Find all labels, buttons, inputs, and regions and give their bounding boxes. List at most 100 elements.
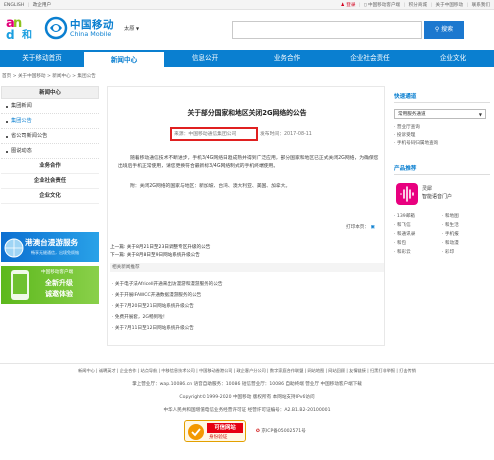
print-icon: ▣ [370,225,375,230]
search-button-label: 搜索 [441,26,454,33]
sidebar-item-group-news[interactable]: 集团新闻 [1,99,99,114]
footer-links[interactable]: 新闻中心 | 诚聘英才 | 企业合作 | 站点导航 | 中移信息技术公司 | 中… [0,368,494,374]
product-link[interactable]: · 和飞信 [394,222,442,228]
about-link[interactable]: 关于中国移动 [436,3,464,8]
article-paragraph-2: 附：关闭2G网络的国家与地区：新加坡、台湾、澳大利亚、美国、加拿大。 [130,184,291,189]
footer-copyright: Copyright©1999-2020 中国移动 版权所有 本网站支持IPv6访… [179,395,315,400]
roaming-banner-title: 港澳台漫游服务 [25,238,79,247]
next-article-link[interactable]: 下一篇: 关于8月8日至9日网站系统升级公告 [110,252,200,258]
login-icon: ♟ [340,3,345,8]
service-select[interactable]: 常用服务通道 ▼ [394,109,486,119]
related-item[interactable]: · 关于7月11日至12日网站系统升级公告 [112,325,194,331]
china-mobile-logo[interactable]: 中国移动 China Mobile [44,16,114,40]
product-link[interactable]: · 和地图 [442,213,490,219]
sidebar-item-culture[interactable]: 企业文化 [1,189,99,204]
nav-info[interactable]: 信息公开 [164,50,246,67]
nav-csr[interactable]: 企业社会责任 [328,50,412,67]
breadcrumb[interactable]: 首页 > 关于中国移动 > 新闻中心 > 集团公告 [2,73,96,79]
region-label: 太原 [124,26,135,32]
shield-icon [188,424,204,440]
quick-link[interactable]: · 手机号码归属地查询 [394,140,490,146]
product-title: 产品推荐 [394,164,490,175]
china-mobile-emblem-icon [44,16,68,40]
product-desc: 智能语音门户 [422,194,453,200]
product-link[interactable]: · 和彩云 [394,249,442,255]
search-button[interactable]: ⚲ 搜索 [424,21,464,39]
sidebar-item-group-notice[interactable]: 集团公告 [1,114,99,129]
globe-icon [4,238,24,258]
police-badge-icon: ✪ [256,429,260,434]
prev-article-link[interactable]: 上一篇: 关于8月21日至23日调整专区升级的公告 [110,244,210,250]
quick-link[interactable]: · 营业厅查询 [394,124,490,130]
voice-assistant-icon [396,183,418,205]
product-link[interactable]: · 彩印 [442,249,490,255]
footer-service-line: 掌上营业厅：wap.10086.cn 语音自助服务：10086 短信营业厅：10… [132,382,362,387]
nav-news[interactable]: 新闻中心 [84,50,164,67]
sidebar-item-business[interactable]: 业务合作 [1,159,99,174]
sidebar-title: 新闻中心 [1,86,99,99]
related-item[interactable]: · 关于电子法Africell开通来出访漫游和漫游服务的公告 [112,281,222,287]
footer-license: 中华人民共和国增值电信业务经营许可证 经营许可证编号：A2.B1.B2-2010… [163,408,331,413]
trust-badge[interactable]: 可信网站 身份验证 [184,420,246,442]
svg-text:d: d [6,28,15,40]
main-nav: 关于移动首页 新闻中心 信息公开 业务合作 企业社会责任 企业文化 [0,50,494,67]
product-link[interactable]: · 和通讯录 [394,231,442,237]
article-source: 来源：中国移动通信集团公司 [174,132,237,137]
trust-badge-title: 可信网站 [207,423,243,433]
footer: 新闻中心 | 诚聘英才 | 企业合作 | 站点导航 | 中移信息技术公司 | 中… [0,363,494,442]
client-link[interactable]: 中国移动客户端 [368,3,400,8]
icp-link[interactable]: ✪ 京ICP备05002571号 [256,428,306,434]
quick-link[interactable]: · 投诉受理 [394,132,490,138]
icp-label: 京ICP备05002571号 [261,429,306,434]
product-link[interactable]: · 和生活 [442,222,490,228]
phone-icon [11,270,29,300]
search-icon: ⚲ [434,26,440,33]
client-banner-b: 全新升级 [45,279,73,287]
nav-home[interactable]: 关于移动首页 [0,50,84,67]
related-item[interactable]: · 免费开展套，2G畅到啦！ [112,314,167,320]
product-grid: · 139邮箱 · 和地图 · 和飞信 · 和生活 · 和通讯录 · 手机报 ·… [394,213,490,255]
client-banner-a: 中国移动客户端 [41,270,74,275]
product-link[interactable]: · 139邮箱 [394,213,442,219]
trust-badge-sub: 身份验证 [209,435,228,440]
chevron-down-icon: ▼ [478,112,482,117]
login-link[interactable]: 登录 [346,3,355,8]
sidebar-item-photo-news[interactable]: 图说动态 [1,144,99,159]
roaming-banner[interactable]: 港澳台漫游服务 畅享无缝通信，出境免烦恼 [1,232,99,262]
roaming-banner-sub: 畅享无缝通信，出境免烦恼 [31,250,79,255]
sidebar-item-csr[interactable]: 企业社会责任 [1,174,99,189]
service-select-value: 常用服务通道 [398,112,426,117]
portal-link[interactable]: 政企用户 [33,3,51,8]
nav-business[interactable]: 业务合作 [246,50,328,67]
article-title: 关于部分国家和地区关闭2G网络的公告 [187,109,307,117]
product-name: 灵犀 [422,186,433,192]
related-item[interactable]: · 关于开展IFAWCC开通数据漫游服务的公告 [112,292,201,298]
product-link[interactable]: · 手机报 [442,231,490,237]
product-link[interactable]: · 和包 [394,240,442,246]
client-icon: ▯ [363,3,367,8]
product-link[interactable]: · 和动漫 [442,240,490,246]
article: 关于部分国家和地区关闭2G网络的公告 来源：中国移动通信集团公司 发布时间：20… [107,86,385,346]
brand-en: China Mobile [70,30,112,38]
right-sidebar: 快速通道 常用服务通道 ▼ · 营业厅查询 · 投诉受理 · 手机号码归属地查询… [394,92,490,255]
english-link[interactable]: ENGLISH [4,3,24,8]
region-selector[interactable]: 太原 ▼ [124,25,139,32]
related-item[interactable]: · 关于7月20日至21日网站系统升级公告 [112,303,194,309]
nav-culture[interactable]: 企业文化 [412,50,494,67]
points-link[interactable]: 积分商城 [409,3,427,8]
quick-access-title: 快速通道 [394,92,490,103]
top-bar: ENGLISH | 政企用户 ♟ 登录 | ▯ 中国移动客户端 | 积分商城 |… [0,0,494,10]
client-banner-c: 诚邀体验 [45,290,73,298]
product-card[interactable]: 灵犀 智能语音门户 [394,179,490,211]
print-link[interactable]: 打印本页： ▣ [346,224,375,230]
contact-link[interactable]: 联系我们 [472,3,490,8]
related-title: 相关新闻推荐 [110,263,384,272]
svg-text:和: 和 [21,28,32,40]
and-logo[interactable]: a n d 和 [6,14,40,40]
search-input[interactable] [232,21,422,39]
sidebar-item-province-news[interactable]: 省公司新闻公告 [1,129,99,144]
chevron-down-icon: ▼ [136,26,140,31]
print-label: 打印本页： [346,225,369,230]
article-date: 发布时间：2017-08-11 [260,132,312,137]
client-app-banner[interactable]: 中国移动客户端 全新升级 诚邀体验 [1,266,99,304]
